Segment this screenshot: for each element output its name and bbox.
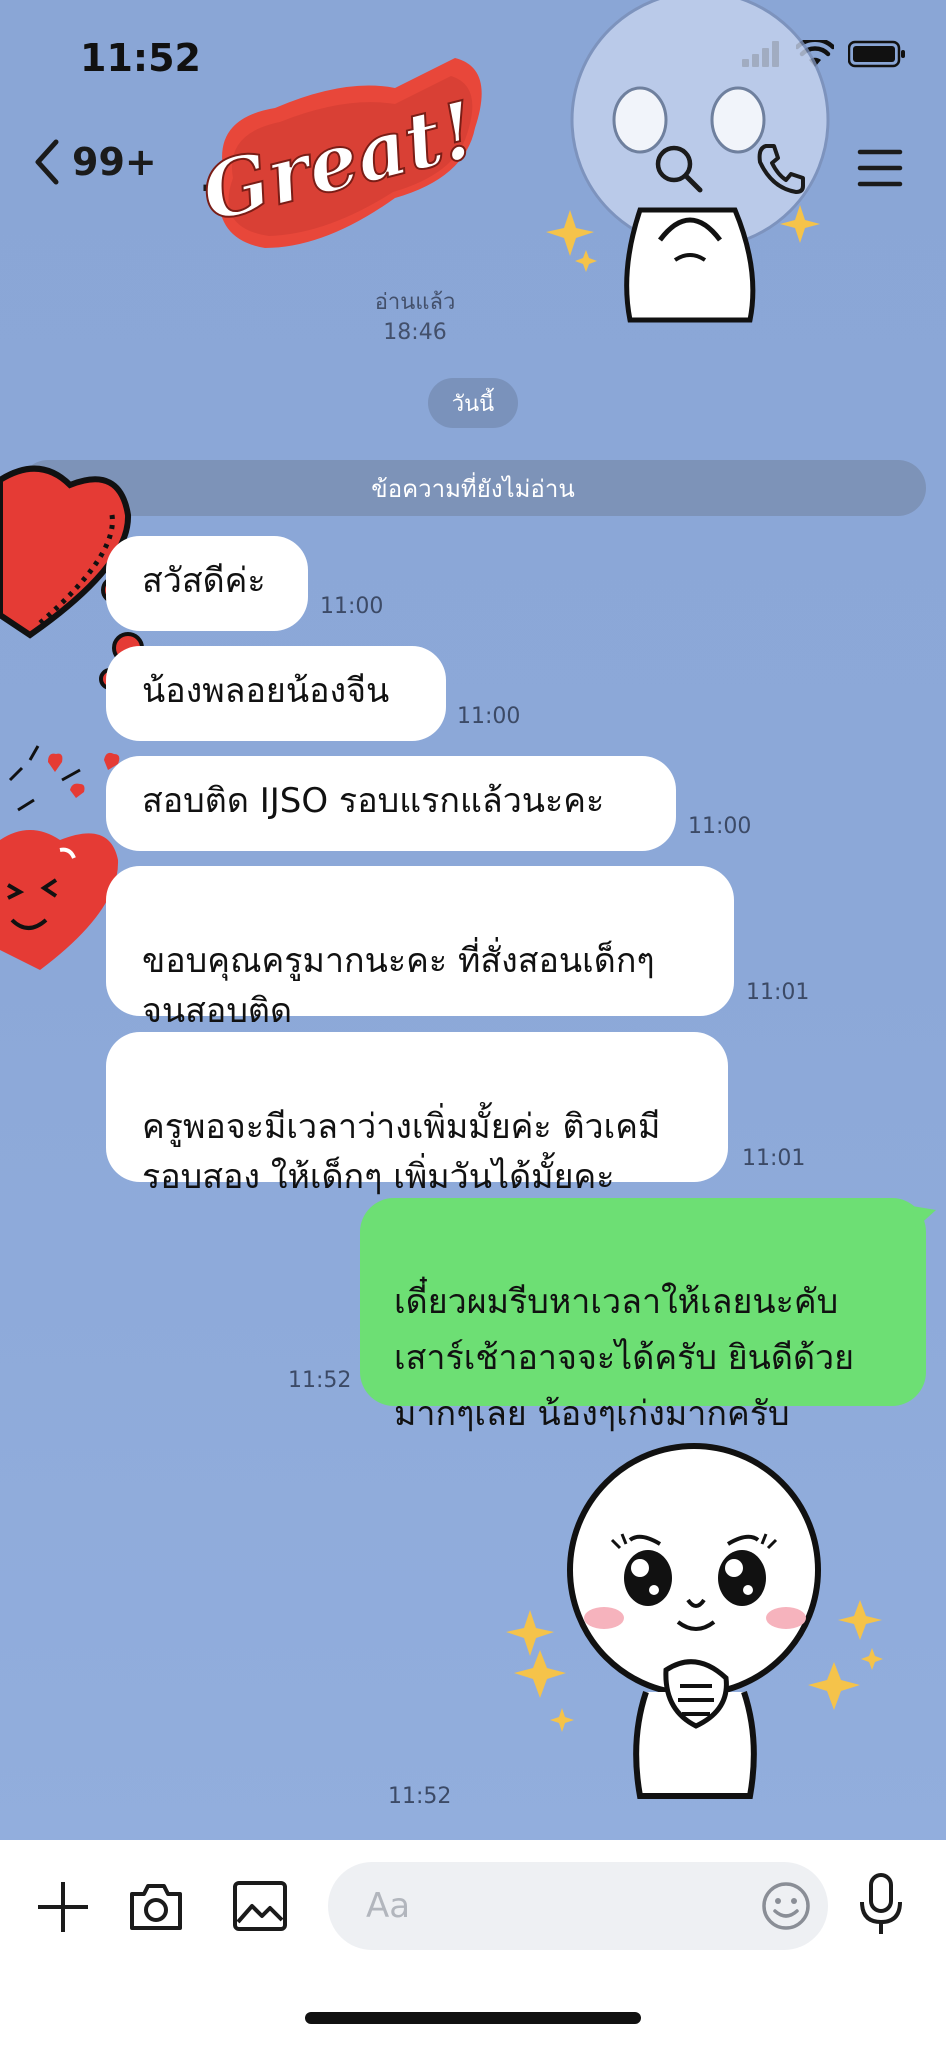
message-text: สวัสดีค่ะ	[142, 561, 266, 601]
message-bubble[interactable]: น้องพลอยน้องจีน	[106, 646, 446, 741]
message-text: ขอบคุณครูมากนะคะ ที่สั่งสอนเด็กๆ จนสอบติ…	[142, 941, 655, 1031]
message-text: ครูพอจะมีเวลาว่างเพิ่มมั้ยค่ะ ติวเคมี รอ…	[142, 1107, 661, 1197]
search-icon[interactable]	[650, 140, 706, 196]
camera-icon[interactable]	[128, 1880, 184, 1932]
plus-icon[interactable]	[36, 1880, 90, 1934]
message-bubble[interactable]: ขอบคุณครูมากนะคะ ที่สั่งสอนเด็กๆ จนสอบติ…	[106, 866, 734, 1031]
message-time: 11:01	[742, 1146, 806, 1171]
phone-icon[interactable]	[752, 140, 808, 196]
message-time: 11:00	[688, 814, 752, 839]
unread-count: 99+	[72, 140, 157, 184]
message-time: 11:52	[288, 1368, 352, 1393]
read-time: 18:46	[383, 320, 447, 345]
read-label: อ่านแล้ว	[374, 290, 456, 315]
great-sticker: Great!	[205, 58, 486, 248]
message-text: สอบติด IJSO รอบแรกแล้วนะคะ	[142, 781, 605, 821]
outgoing-message-bubble[interactable]: เดี๋ยวผมรีบหาเวลาให้เลยนะคับ เสาร์เช้าอา…	[360, 1198, 926, 1434]
battery-icon	[848, 40, 905, 68]
message-text: น้องพลอยน้องจีน	[142, 671, 390, 711]
message-time: 11:00	[320, 594, 384, 619]
bubble-tail	[912, 1206, 936, 1228]
emoji-icon[interactable]	[760, 1880, 812, 1932]
image-icon[interactable]	[232, 1880, 288, 1932]
back-button[interactable]: 99+	[30, 138, 157, 186]
status-time: 11:52	[80, 36, 201, 80]
message-time: 11:01	[746, 980, 810, 1005]
message-bubble[interactable]: สวัสดีค่ะ	[106, 536, 308, 631]
message-time: 11:00	[457, 704, 521, 729]
message-input-placeholder: Aa	[366, 1886, 411, 1926]
message-bubble[interactable]: สอบติด IJSO รอบแรกแล้วนะคะ	[106, 756, 676, 851]
message-text: เดี๋ยวผมรีบหาเวลาให้เลยนะคับ เสาร์เช้าอา…	[394, 1282, 855, 1434]
microphone-icon[interactable]	[858, 1872, 904, 1938]
menu-icon[interactable]	[852, 140, 908, 196]
chevron-left-icon	[35, 139, 59, 185]
cony-sticker	[506, 1443, 883, 1799]
read-receipt: อ่านแล้ว 18:46	[360, 288, 470, 348]
sticker-time: 11:52	[388, 1784, 452, 1809]
home-indicator	[305, 2012, 641, 2024]
unread-divider: ข้อความที่ยังไม่อ่าน	[20, 460, 926, 516]
date-chip: วันนี้	[428, 378, 518, 428]
message-bubble[interactable]: ครูพอจะมีเวลาว่างเพิ่มมั้ยค่ะ ติวเคมี รอ…	[106, 1032, 728, 1197]
